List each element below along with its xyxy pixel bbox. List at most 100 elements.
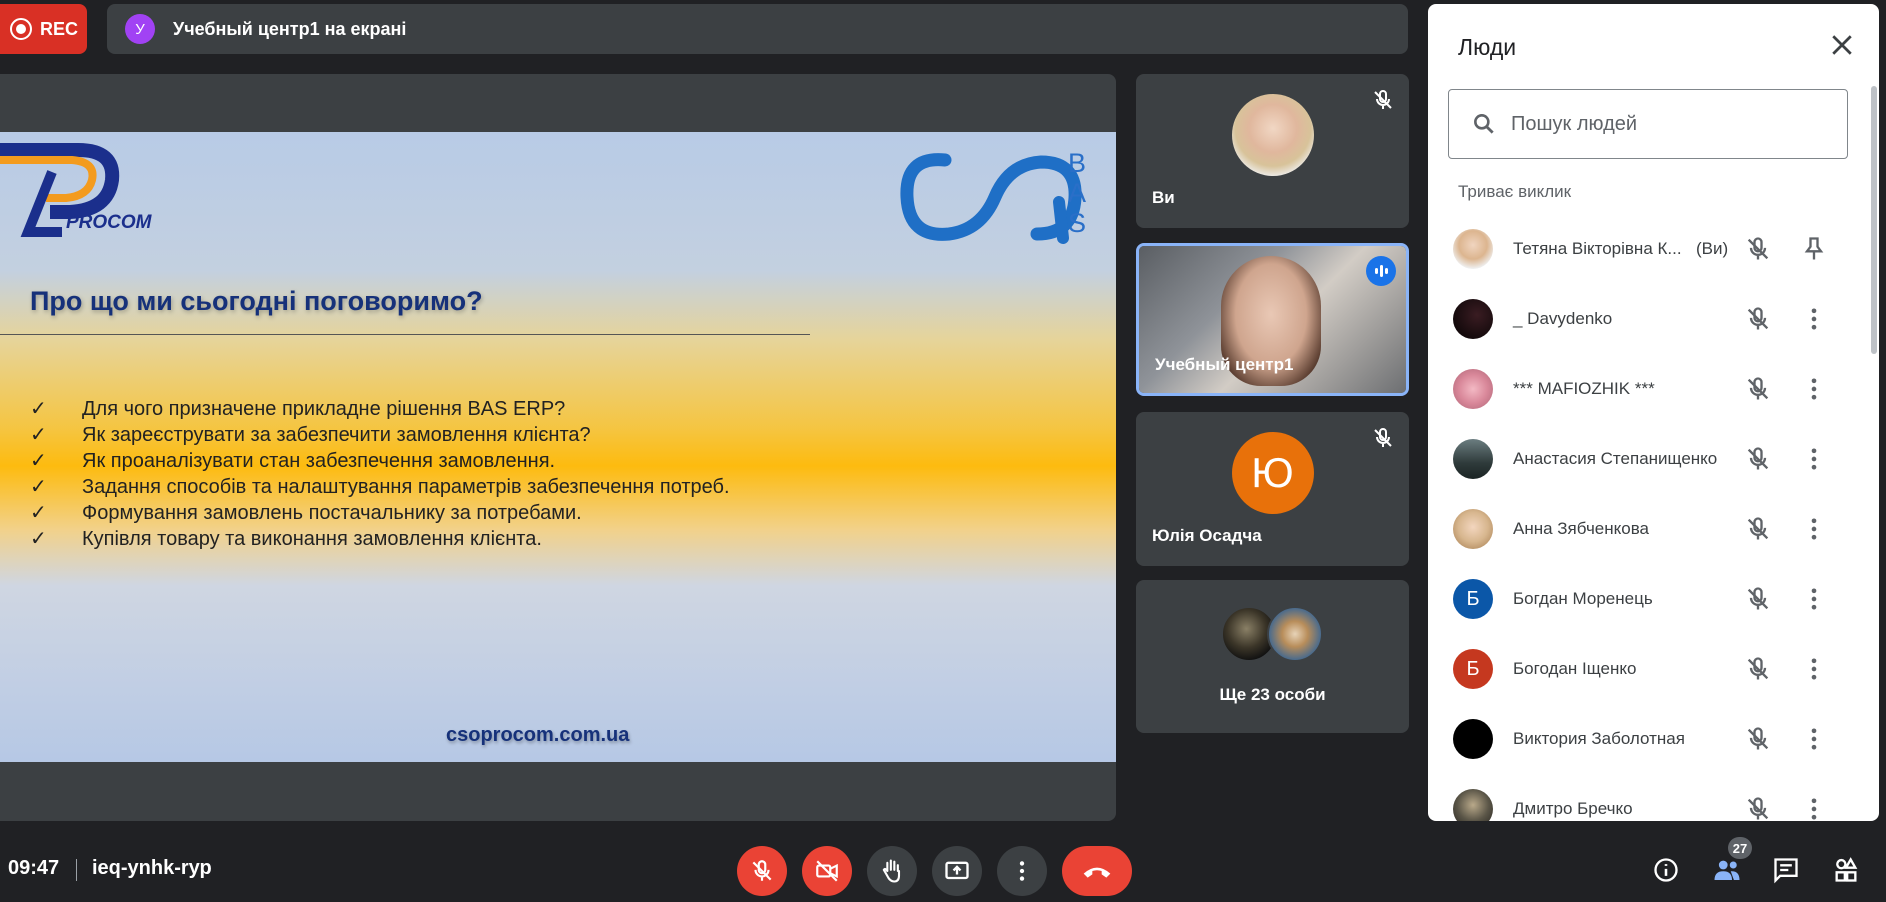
people-count-badge: 27 xyxy=(1728,837,1752,859)
meeting-info-button[interactable] xyxy=(1650,854,1682,886)
avatar xyxy=(1453,509,1493,549)
present-icon xyxy=(945,861,969,880)
procom-logo-text: PROCOM xyxy=(66,212,152,233)
scrollbar[interactable] xyxy=(1871,86,1877,354)
main-stage[interactable]: PROCOM B A S Про що ми сьогодні поговори… xyxy=(0,74,1116,821)
camera-toggle-button[interactable] xyxy=(802,846,852,896)
avatar-stack xyxy=(1221,606,1331,662)
mic-off-icon xyxy=(752,860,772,881)
more-vert-icon[interactable] xyxy=(1800,725,1828,753)
list-item[interactable]: Анна Зябченкова xyxy=(1428,494,1858,564)
presentation-slide: PROCOM B A S Про що ми сьогодні поговори… xyxy=(0,132,1116,762)
info-icon xyxy=(1654,858,1678,882)
slide-bullet: ✓ Як проаналізувати стан забезпечення зам… xyxy=(30,450,556,472)
mic-off-icon xyxy=(1374,427,1392,447)
more-vert-icon[interactable] xyxy=(1800,445,1828,473)
mic-off-icon xyxy=(1747,377,1769,400)
mic-off-icon xyxy=(1747,797,1769,820)
search-box[interactable] xyxy=(1448,89,1848,159)
list-item[interactable]: Тетяна Вікторівна К... (Ви) xyxy=(1428,214,1858,284)
mic-off-icon xyxy=(1374,89,1392,109)
more-options-button[interactable] xyxy=(997,846,1047,896)
check-icon: ✓ xyxy=(30,476,47,498)
mic-off-icon xyxy=(1747,517,1769,540)
person-name: Анастасия Степанищенко xyxy=(1513,449,1718,468)
more-vert-icon[interactable] xyxy=(1800,515,1828,543)
pin-icon[interactable] xyxy=(1800,235,1828,263)
more-vert-icon xyxy=(1019,861,1025,881)
section-label: Триває виклик xyxy=(1458,182,1572,201)
speaking-indicator-icon xyxy=(1366,256,1396,286)
more-vert-icon[interactable] xyxy=(1800,655,1828,683)
slide-divider xyxy=(0,334,810,335)
camera-off-icon xyxy=(816,860,838,882)
mic-off-icon xyxy=(1747,237,1769,260)
more-vert-icon[interactable] xyxy=(1800,305,1828,333)
list-item[interactable]: Дмитро Бречко xyxy=(1428,774,1858,821)
avatar xyxy=(1453,229,1493,269)
close-icon[interactable] xyxy=(1827,30,1857,60)
recording-indicator[interactable]: REC xyxy=(0,4,87,54)
mic-off-icon xyxy=(1747,587,1769,610)
slide-bullet: ✓ Купівля товару та виконання замовлення … xyxy=(30,528,542,550)
raise-hand-icon xyxy=(882,859,901,883)
list-item[interactable]: Б Богодан Іщенко xyxy=(1428,634,1858,704)
person-name: Виктория Заболотная xyxy=(1513,729,1685,748)
participant-tile-speaker[interactable]: Учебный центр1 xyxy=(1136,243,1409,396)
person-name: Тетяна Вікторівна К... xyxy=(1513,239,1682,258)
end-call-icon xyxy=(1083,867,1111,878)
avatar xyxy=(1267,606,1323,662)
slide-bullet: ✓ Як зареєструвати за забезпечити замовле… xyxy=(30,424,591,446)
chat-button[interactable] xyxy=(1770,854,1802,886)
end-call-button[interactable] xyxy=(1062,846,1132,896)
list-item[interactable]: Анастасия Степанищенко xyxy=(1428,424,1858,494)
mic-toggle-button[interactable] xyxy=(737,846,787,896)
search-input[interactable] xyxy=(1511,112,1831,136)
list-item[interactable]: _ Davydenko xyxy=(1428,284,1858,354)
avatar xyxy=(1453,719,1493,759)
more-vert-icon[interactable] xyxy=(1800,795,1828,821)
list-item[interactable]: Виктория Заболотная xyxy=(1428,704,1858,774)
list-item[interactable]: *** MAFIOZHIK *** xyxy=(1428,354,1858,424)
record-icon xyxy=(10,18,32,40)
person-name: Богодан Іщенко xyxy=(1513,659,1637,678)
search-icon xyxy=(1474,114,1494,134)
avatar xyxy=(1453,299,1493,339)
person-name: _ Davydenko xyxy=(1513,309,1613,328)
person-name: *** MAFIOZHIK *** xyxy=(1513,379,1655,398)
people-panel: Люди Триває виклик Тетяна Вікторівна К..… xyxy=(1428,4,1879,821)
slide-bullet: ✓ Формування замовлень постачальнику за п… xyxy=(30,502,582,524)
avatar xyxy=(1453,789,1493,821)
avatar: Ю xyxy=(1231,432,1314,514)
avatar: Б xyxy=(1453,649,1493,689)
slide-url: csoprocom.com.ua xyxy=(446,724,630,746)
panel-title: Люди xyxy=(1458,34,1517,60)
activities-button[interactable] xyxy=(1830,854,1862,886)
presenter-bar: У Учебный центр1 на екрані xyxy=(107,4,1408,54)
avatar xyxy=(1453,439,1493,479)
more-participants-tile[interactable]: Ще 23 особи xyxy=(1136,580,1409,733)
check-icon: ✓ xyxy=(30,398,47,420)
person-name: Анна Зябченкова xyxy=(1513,519,1650,538)
check-icon: ✓ xyxy=(30,424,47,446)
bas-logo-letters: B A S xyxy=(1068,148,1089,238)
participant-tile-yulia[interactable]: Ю Юлія Осадча xyxy=(1136,412,1409,566)
mic-off-icon xyxy=(1747,657,1769,680)
more-vert-icon[interactable] xyxy=(1800,585,1828,613)
participant-name: Учебный центр1 xyxy=(1155,355,1294,374)
more-vert-icon[interactable] xyxy=(1800,375,1828,403)
slide-bullet: ✓ Для чого призначене прикладне рішення B… xyxy=(30,398,566,420)
participant-tile-you[interactable]: Ви xyxy=(1136,74,1409,228)
raise-hand-button[interactable] xyxy=(867,846,917,896)
people-icon xyxy=(1714,860,1740,880)
people-list: Тетяна Вікторівна К... (Ви) _ Davydenko … xyxy=(1428,214,1858,821)
meeting-code: ieq-ynhk-rур xyxy=(92,857,212,879)
avatar xyxy=(1231,94,1314,176)
more-participants-label: Ще 23 особи xyxy=(1219,685,1326,704)
present-button[interactable] xyxy=(932,846,982,896)
check-icon: ✓ xyxy=(30,502,47,524)
you-label: (Ви) xyxy=(1696,239,1729,258)
list-item[interactable]: Б Богдан Моренець xyxy=(1428,564,1858,634)
check-icon: ✓ xyxy=(30,450,47,472)
mic-off-icon xyxy=(1747,447,1769,470)
